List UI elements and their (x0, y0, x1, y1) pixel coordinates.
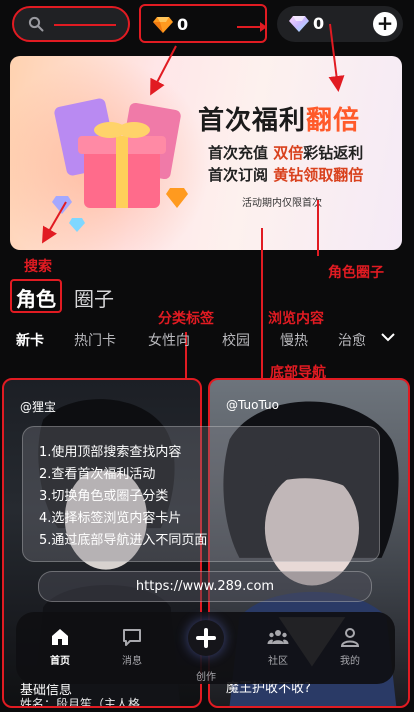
search-icon (28, 16, 44, 32)
tag-slow[interactable]: 慢热 (280, 330, 308, 350)
nav-community[interactable]: 社区 (252, 620, 304, 676)
nav-profile[interactable]: 我的 (324, 620, 376, 676)
banner-line1-c: 彩钻返利 (303, 144, 364, 162)
search-annotation-line (54, 24, 116, 26)
annotation-role-circle: 角色圈子 (328, 265, 384, 281)
gem-count: 0 (313, 14, 325, 33)
nav-message-label: 消息 (122, 656, 142, 667)
url-bar[interactable]: https://www.289.com (38, 571, 372, 602)
banner-line1-b: 双倍 (273, 144, 304, 162)
plus-icon (196, 628, 216, 648)
card-subtitle: 姓名：段月笙（主人格 (20, 697, 141, 708)
card-author: @狸宝 (20, 400, 57, 414)
instruction-panel: 1.使用顶部搜索查找内容 2.查看首次福利活动 3.切换角色或圈子分类 4.选择… (22, 426, 380, 562)
annotation-arrow (237, 22, 267, 32)
message-icon (123, 629, 141, 646)
annotation-tags: 分类标签 (158, 311, 214, 327)
diamond-balance[interactable]: 0 (139, 4, 267, 43)
gift-illustration (52, 98, 188, 232)
nav-community-label: 社区 (268, 656, 288, 667)
tag-female[interactable]: 女性向 (148, 330, 190, 350)
search-input[interactable] (12, 6, 130, 42)
annotation-search: 搜索 (24, 259, 52, 275)
tag-row: 新卡 热门卡 女性向 校园 慢热 治愈 (0, 330, 414, 354)
profile-icon (340, 628, 360, 647)
nav-create[interactable]: 创作 (188, 620, 224, 683)
instruction-item: 4.选择标签浏览内容卡片 (39, 511, 182, 526)
banner-note: 活动期内仅限首次 (242, 198, 322, 209)
instruction-item: 3.切换角色或圈子分类 (39, 489, 169, 504)
nav-home[interactable]: 首页 (34, 620, 86, 676)
tag-hot[interactable]: 热门卡 (74, 330, 116, 350)
orange-diamond-icon (153, 17, 173, 33)
annotation-browse: 浏览内容 (268, 311, 324, 327)
promo-banner[interactable]: 首次福利翻倍 首次充值 双倍彩钻返利 首次订阅 黄钻领取翻倍 活动期内仅限首次 (10, 56, 402, 250)
banner-title-main: 首次福利 (198, 106, 307, 136)
banner-title-highlight: 翻倍 (306, 106, 361, 136)
tag-new[interactable]: 新卡 (16, 330, 44, 350)
top-bar: 0 0 + (0, 0, 414, 52)
bottom-nav: 首页 消息 创作 社区 我的 (16, 612, 395, 684)
banner-line1-a: 首次充值 (208, 144, 269, 162)
banner-line2-b: 黄钻领取翻倍 (273, 166, 364, 184)
tab-role[interactable]: 角色 (10, 279, 62, 313)
tag-campus[interactable]: 校园 (222, 330, 250, 350)
banner-line2-a: 首次订阅 (208, 166, 269, 184)
instruction-item: 1.使用顶部搜索查找内容 (39, 445, 182, 460)
nav-create-label: 创作 (196, 672, 216, 683)
tab-circle[interactable]: 圈子 (74, 283, 114, 312)
instruction-item: 5.通过底部导航进入不同页面 (39, 533, 208, 548)
community-icon (267, 630, 289, 644)
banner-line-1: 首次充值 双倍彩钻返利 (208, 142, 363, 163)
banner-line-2: 首次订阅 黄钻领取翻倍 (208, 164, 363, 185)
chevron-down-icon[interactable] (380, 330, 396, 344)
add-button[interactable]: + (373, 12, 397, 36)
nav-home-label: 首页 (50, 656, 70, 667)
app-screen: 0 0 + 首次福利翻倍 首次充值 双倍彩钻返利 首次订阅 黄钻领取翻倍 活动期… (0, 0, 414, 712)
rainbow-gem-icon (289, 16, 309, 32)
card-author: @TuoTuo (226, 398, 279, 412)
gem-balance[interactable]: 0 + (277, 6, 403, 42)
nav-profile-label: 我的 (340, 656, 360, 667)
banner-title: 首次福利翻倍 (198, 100, 360, 137)
nav-message[interactable]: 消息 (106, 620, 158, 676)
diamond-count: 0 (177, 15, 189, 34)
instruction-item: 2.查看首次福利活动 (39, 467, 156, 482)
tag-healing[interactable]: 治愈 (338, 330, 366, 350)
home-icon (52, 629, 68, 645)
